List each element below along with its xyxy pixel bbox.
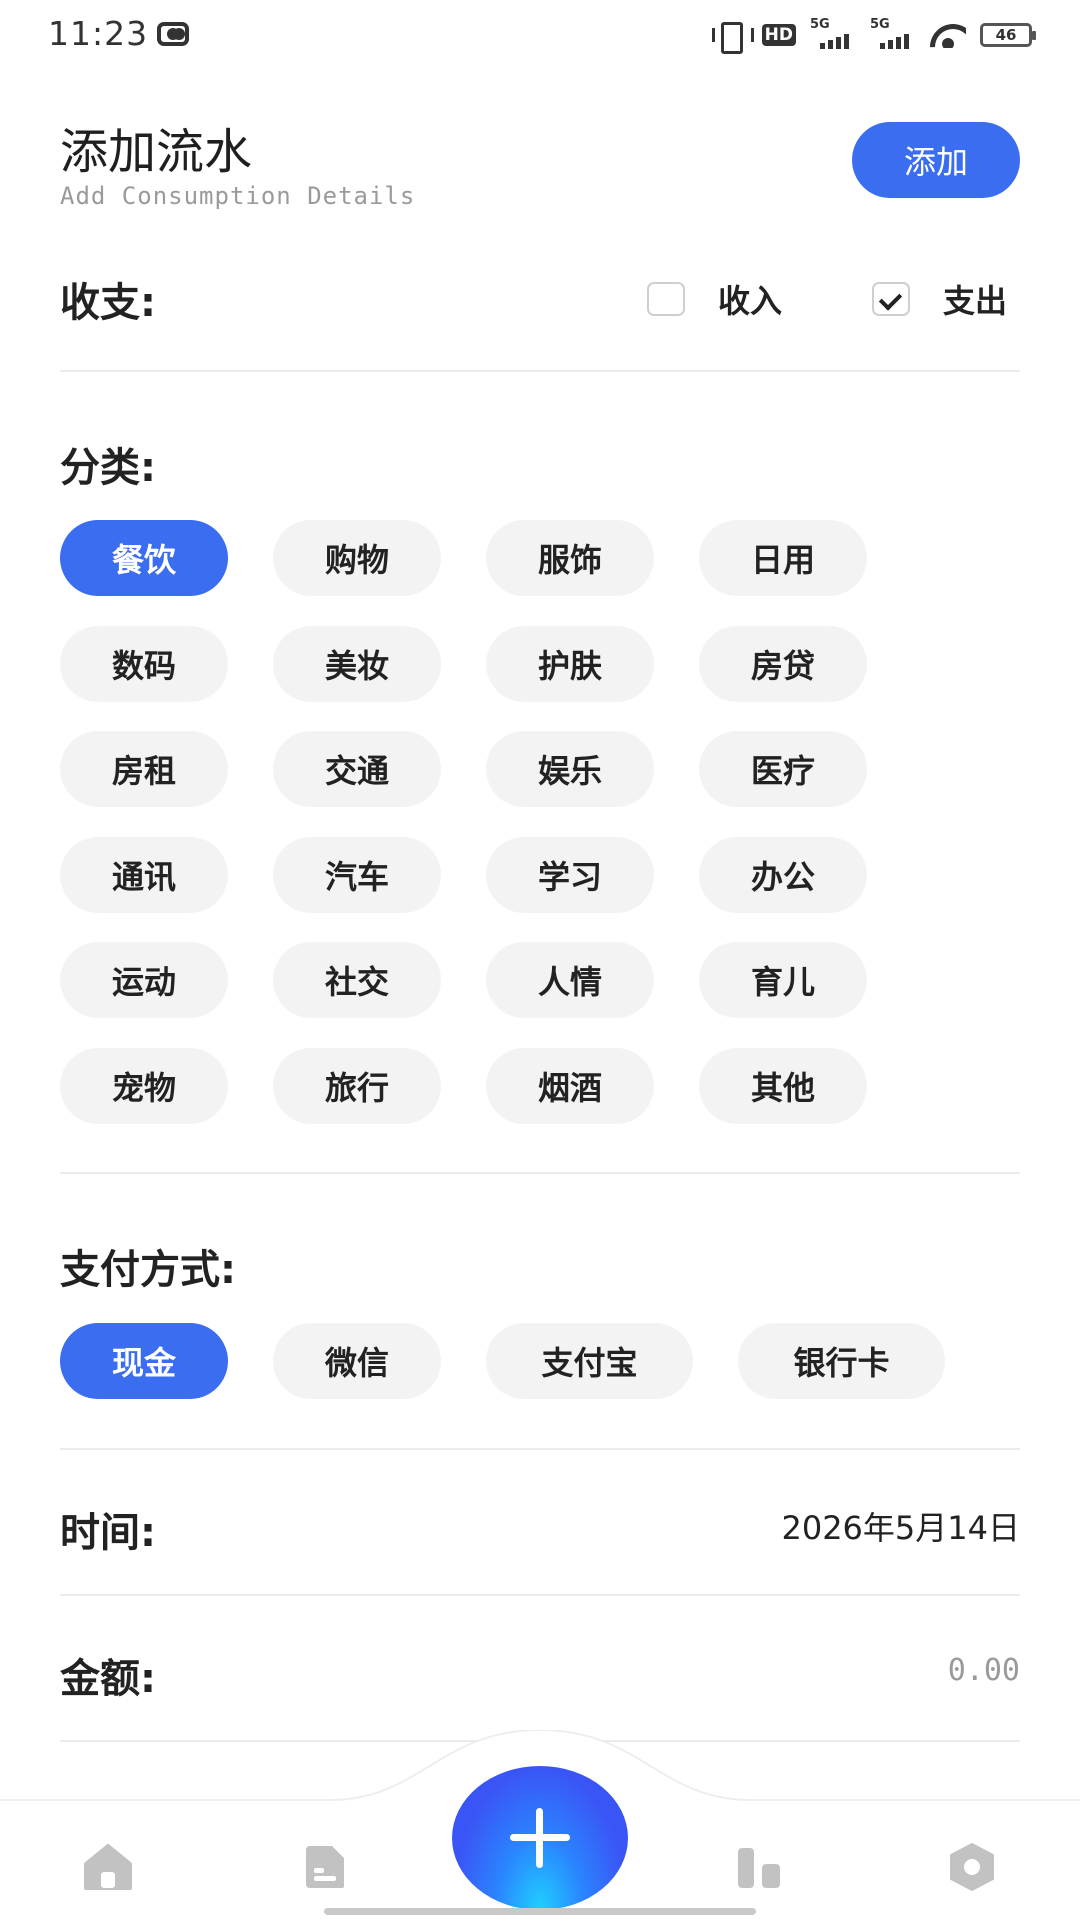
status-bar: 11:23 HD 5G 5G 46 bbox=[0, 0, 1080, 70]
divider bbox=[60, 1594, 1020, 1596]
battery-icon: 46 bbox=[980, 23, 1036, 47]
income-checkbox[interactable] bbox=[647, 282, 685, 316]
home-indicator bbox=[324, 1908, 756, 1915]
category-chip[interactable]: 其他 bbox=[699, 1048, 867, 1124]
category-chip[interactable]: 办公 bbox=[699, 836, 867, 913]
settings-icon[interactable] bbox=[947, 1842, 997, 1892]
vibrate-icon bbox=[711, 22, 754, 54]
category-chip[interactable]: 购物 bbox=[273, 520, 441, 596]
category-chip[interactable]: 烟酒 bbox=[486, 1048, 654, 1124]
signal-icon: 5G bbox=[870, 17, 916, 49]
page-title: 添加流水 bbox=[60, 124, 253, 180]
amount-input[interactable] bbox=[560, 1642, 1020, 1698]
amount-label: 金额: bbox=[60, 1656, 156, 1702]
category-chip[interactable]: 育儿 bbox=[699, 942, 867, 1019]
expense-label[interactable]: 支出 bbox=[943, 276, 1007, 322]
hd-icon: HD bbox=[761, 24, 796, 46]
payment-chip[interactable]: 微信 bbox=[273, 1323, 441, 1399]
category-chip[interactable]: 宠物 bbox=[60, 1048, 228, 1124]
add-transaction-page: 11:23 HD 5G 5G 46 添加流水 Add Consumption D… bbox=[0, 0, 1080, 1920]
payment-chip[interactable]: 银行卡 bbox=[738, 1323, 945, 1399]
date-picker[interactable]: 2026年5月14日 bbox=[781, 1503, 1020, 1549]
divider bbox=[60, 1448, 1020, 1450]
payment-label: 支付方式: bbox=[60, 1247, 236, 1293]
category-chip[interactable]: 房贷 bbox=[699, 625, 867, 702]
page-subtitle: Add Consumption Details bbox=[60, 182, 416, 210]
income-label[interactable]: 收入 bbox=[718, 276, 782, 322]
chart-icon[interactable] bbox=[735, 1842, 785, 1892]
status-time: 11:23 bbox=[48, 14, 149, 53]
network-type-1: 5G bbox=[810, 17, 830, 32]
category-chip[interactable]: 旅行 bbox=[273, 1048, 441, 1124]
category-chip[interactable]: 护肤 bbox=[486, 625, 654, 702]
divider bbox=[60, 1172, 1020, 1174]
signal-icon: 5G bbox=[810, 17, 856, 49]
category-chip[interactable]: 社交 bbox=[273, 942, 441, 1019]
category-label: 分类: bbox=[60, 445, 156, 491]
wifi-icon bbox=[930, 22, 966, 48]
divider bbox=[60, 370, 1020, 372]
category-chip[interactable]: 医疗 bbox=[699, 731, 867, 808]
category-chip[interactable]: 交通 bbox=[273, 731, 441, 808]
category-chip[interactable]: 餐饮 bbox=[60, 520, 228, 596]
add-button[interactable]: 添加 bbox=[852, 122, 1020, 198]
category-chip[interactable]: 娱乐 bbox=[486, 731, 654, 808]
network-type-2: 5G bbox=[870, 17, 890, 32]
add-record-fab[interactable] bbox=[452, 1766, 628, 1910]
category-chip[interactable]: 通讯 bbox=[60, 836, 228, 913]
category-chip[interactable]: 人情 bbox=[486, 942, 654, 1019]
category-chip[interactable]: 房租 bbox=[60, 731, 228, 808]
category-chip[interactable]: 运动 bbox=[60, 942, 228, 1019]
type-label: 收支: bbox=[60, 280, 156, 326]
payment-chip[interactable]: 支付宝 bbox=[486, 1323, 693, 1399]
notification-icon bbox=[157, 22, 189, 46]
time-label: 时间: bbox=[60, 1510, 156, 1556]
category-chip[interactable]: 学习 bbox=[486, 836, 654, 913]
expense-checkbox[interactable] bbox=[872, 282, 910, 316]
status-icons: HD 5G 5G 46 bbox=[711, 17, 1036, 54]
home-icon[interactable] bbox=[83, 1842, 133, 1892]
bill-icon[interactable] bbox=[300, 1842, 350, 1892]
category-chip[interactable]: 汽车 bbox=[273, 836, 441, 913]
category-chip[interactable]: 数码 bbox=[60, 625, 228, 702]
category-chip[interactable]: 日用 bbox=[699, 520, 867, 596]
category-chip[interactable]: 服饰 bbox=[486, 520, 654, 596]
category-chip[interactable]: 美妆 bbox=[273, 625, 441, 702]
payment-chip[interactable]: 现金 bbox=[60, 1323, 228, 1399]
